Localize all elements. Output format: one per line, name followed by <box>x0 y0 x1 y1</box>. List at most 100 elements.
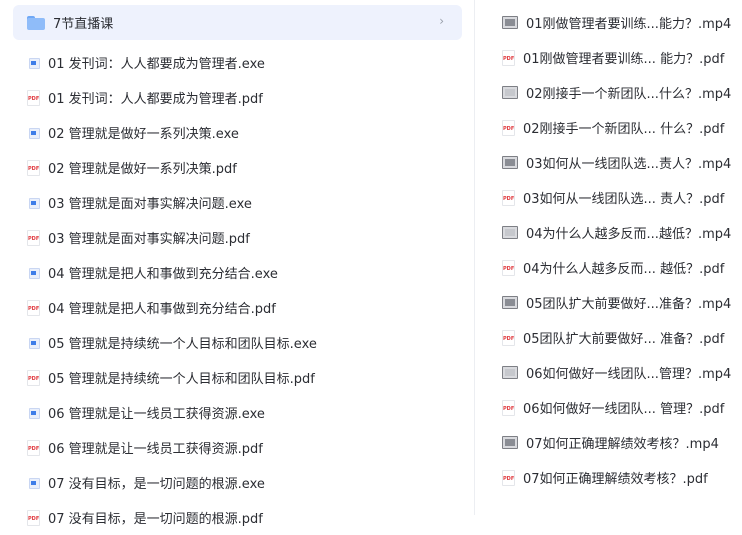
file-name: 07 没有目标，是一切问题的根源.pdf <box>48 512 263 527</box>
pdf-icon-text: PDF <box>28 515 40 522</box>
pdf-file-icon: PDF <box>502 119 515 136</box>
pdf-icon-text: PDF <box>503 265 515 272</box>
right-file-row[interactable]: 04为什么人越多反而...越低？.mp4 <box>493 215 742 250</box>
pdf-file-icon: PDF <box>27 159 40 176</box>
file-name: 06 管理就是让一线员工获得资源.exe <box>48 407 265 422</box>
exe-file-icon <box>27 405 40 420</box>
right-file-row[interactable]: PDF 01刚做管理者要训练... 能力？.pdf <box>493 40 742 75</box>
exe-file-icon <box>27 265 40 280</box>
pdf-file-icon: PDF <box>502 399 515 416</box>
pdf-icon-text: PDF <box>28 375 40 382</box>
pdf-icon-text: PDF <box>28 95 40 102</box>
left-file-row[interactable]: 03 管理就是面对事实解决问题.exe <box>0 185 474 220</box>
right-file-row[interactable]: 02刚接手一个新团队...什么？.mp4 <box>493 75 742 110</box>
file-name: 01刚做管理者要训练...能力？.mp4 <box>526 17 732 32</box>
video-file-icon <box>502 226 518 239</box>
file-name: 01刚做管理者要训练... 能力？.pdf <box>523 52 725 67</box>
pdf-file-icon: PDF <box>27 439 40 456</box>
file-name: 06 管理就是让一线员工获得资源.pdf <box>48 442 263 457</box>
folder-name: 7节直播课 <box>53 17 114 32</box>
file-name: 04为什么人越多反而...越低？.mp4 <box>526 227 732 242</box>
right-file-row[interactable]: 05团队扩大前要做好...准备？.mp4 <box>493 285 742 320</box>
left-file-row[interactable]: PDF 01 发刊词：人人都要成为管理者.pdf <box>0 80 474 115</box>
file-name: 03如何从一线团队选... 责人？.pdf <box>523 192 725 207</box>
right-file-row[interactable]: PDF 03如何从一线团队选... 责人？.pdf <box>493 180 742 215</box>
left-file-row[interactable]: PDF 05 管理就是持续统一个人目标和团队目标.pdf <box>0 360 474 395</box>
file-name: 01 发刊词：人人都要成为管理者.exe <box>48 57 265 72</box>
video-file-icon <box>502 366 518 379</box>
pdf-icon-text: PDF <box>28 445 40 452</box>
pdf-icon-text: PDF <box>503 125 515 132</box>
pdf-icon-text: PDF <box>503 195 515 202</box>
file-name: 04为什么人越多反而... 越低？.pdf <box>523 262 725 277</box>
left-file-row[interactable]: 05 管理就是持续统一个人目标和团队目标.exe <box>0 325 474 360</box>
left-file-row[interactable]: PDF 02 管理就是做好一系列决策.pdf <box>0 150 474 185</box>
exe-file-icon <box>27 195 40 210</box>
pdf-icon-text: PDF <box>28 235 40 242</box>
left-file-row[interactable]: 07 没有目标，是一切问题的根源.exe <box>0 465 474 500</box>
file-name: 05团队扩大前要做好...准备？.mp4 <box>526 297 732 312</box>
column-divider <box>474 0 475 515</box>
right-file-row[interactable]: PDF 02刚接手一个新团队... 什么？.pdf <box>493 110 742 145</box>
file-name: 06如何做好一线团队... 管理？.pdf <box>523 402 725 417</box>
right-file-list: 01刚做管理者要训练...能力？.mp4 PDF 01刚做管理者要训练... 能力？… <box>493 0 742 495</box>
file-name: 02刚接手一个新团队... 什么？.pdf <box>523 122 725 137</box>
video-file-icon <box>502 296 518 309</box>
pdf-file-icon: PDF <box>502 189 515 206</box>
video-file-icon <box>502 16 518 29</box>
right-file-row[interactable]: PDF 04为什么人越多反而... 越低？.pdf <box>493 250 742 285</box>
pdf-file-icon: PDF <box>27 509 40 526</box>
folder-row[interactable]: 7节直播课 › <box>13 5 462 40</box>
exe-file-icon <box>27 335 40 350</box>
video-file-icon <box>502 86 518 99</box>
pdf-icon-text: PDF <box>503 405 515 412</box>
left-file-row[interactable]: PDF 04 管理就是把人和事做到充分结合.pdf <box>0 290 474 325</box>
file-name: 05团队扩大前要做好... 准备？.pdf <box>523 332 725 347</box>
file-name: 03如何从一线团队选...责人？.mp4 <box>526 157 732 172</box>
left-file-row[interactable]: 04 管理就是把人和事做到充分结合.exe <box>0 255 474 290</box>
file-name: 07 没有目标，是一切问题的根源.exe <box>48 477 265 492</box>
pdf-file-icon: PDF <box>27 229 40 246</box>
pdf-icon-text: PDF <box>503 475 515 482</box>
exe-file-icon <box>27 475 40 490</box>
pdf-file-icon: PDF <box>502 329 515 346</box>
pdf-icon-text: PDF <box>28 165 40 172</box>
file-name: 05 管理就是持续统一个人目标和团队目标.exe <box>48 337 317 352</box>
right-file-row[interactable]: 01刚做管理者要训练...能力？.mp4 <box>493 5 742 40</box>
left-file-row[interactable]: PDF 07 没有目标，是一切问题的根源.pdf <box>0 500 474 535</box>
file-name: 03 管理就是面对事实解决问题.pdf <box>48 232 250 247</box>
pdf-icon-text: PDF <box>28 305 40 312</box>
file-name: 03 管理就是面对事实解决问题.exe <box>48 197 252 212</box>
left-file-list: 7节直播课 › 01 发刊词：人人都要成为管理者.exe PDF 01 发刊词：人人… <box>0 0 474 535</box>
pdf-file-icon: PDF <box>27 299 40 316</box>
file-name: 07如何正确理解绩效考核？.mp4 <box>526 437 719 452</box>
right-file-row[interactable]: 06如何做好一线团队...管理？.mp4 <box>493 355 742 390</box>
file-name: 01 发刊词：人人都要成为管理者.pdf <box>48 92 263 107</box>
chevron-right-icon[interactable]: › <box>439 14 444 28</box>
right-file-row[interactable]: 07如何正确理解绩效考核？.mp4 <box>493 425 742 460</box>
pdf-icon-text: PDF <box>503 335 515 342</box>
pdf-file-icon: PDF <box>502 49 515 66</box>
pdf-file-icon: PDF <box>502 259 515 276</box>
right-file-row[interactable]: PDF 07如何正确理解绩效考核？.pdf <box>493 460 742 495</box>
pdf-file-icon: PDF <box>27 89 40 106</box>
right-file-row[interactable]: PDF 06如何做好一线团队... 管理？.pdf <box>493 390 742 425</box>
exe-file-icon <box>27 55 40 70</box>
right-file-row[interactable]: 03如何从一线团队选...责人？.mp4 <box>493 145 742 180</box>
left-file-row[interactable]: 01 发刊词：人人都要成为管理者.exe <box>0 45 474 80</box>
left-file-row[interactable]: 06 管理就是让一线员工获得资源.exe <box>0 395 474 430</box>
file-name: 02刚接手一个新团队...什么？.mp4 <box>526 87 732 102</box>
file-name: 02 管理就是做好一系列决策.exe <box>48 127 239 142</box>
right-file-row[interactable]: PDF 05团队扩大前要做好... 准备？.pdf <box>493 320 742 355</box>
left-file-row[interactable]: 02 管理就是做好一系列决策.exe <box>0 115 474 150</box>
file-name: 07如何正确理解绩效考核？.pdf <box>523 472 708 487</box>
file-name: 04 管理就是把人和事做到充分结合.exe <box>48 267 278 282</box>
pdf-icon-text: PDF <box>503 55 515 62</box>
left-file-row[interactable]: PDF 03 管理就是面对事实解决问题.pdf <box>0 220 474 255</box>
video-file-icon <box>502 436 518 449</box>
file-name: 05 管理就是持续统一个人目标和团队目标.pdf <box>48 372 315 387</box>
pdf-file-icon: PDF <box>502 469 515 486</box>
left-file-row[interactable]: PDF 06 管理就是让一线员工获得资源.pdf <box>0 430 474 465</box>
file-name: 06如何做好一线团队...管理？.mp4 <box>526 367 732 382</box>
exe-file-icon <box>27 125 40 140</box>
